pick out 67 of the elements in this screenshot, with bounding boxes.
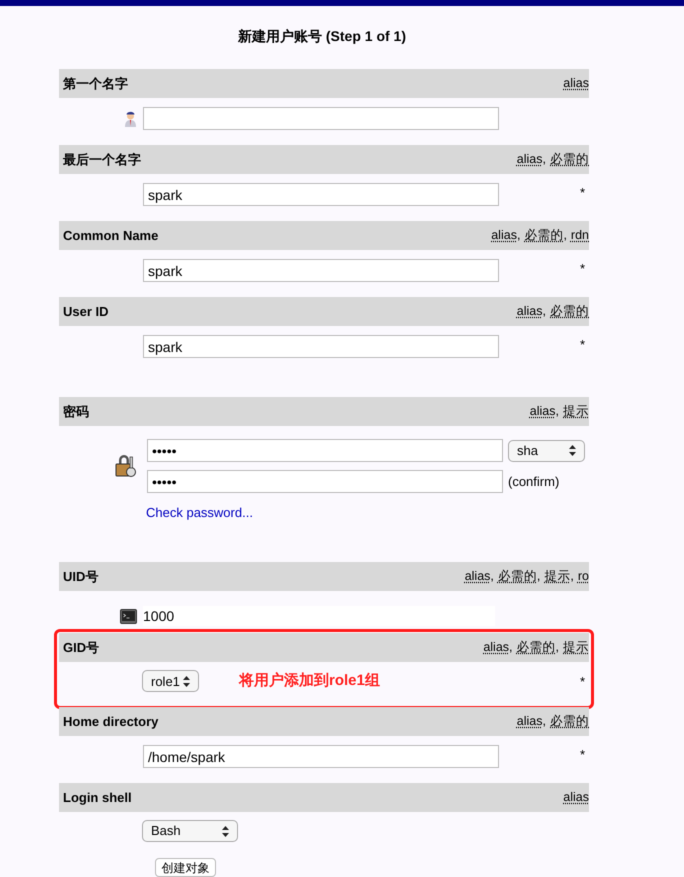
attribute-tag: 必需的: [550, 150, 589, 169]
attribute-tag: alias: [563, 788, 589, 807]
attribute-tag: 提示: [563, 638, 589, 657]
section-title: Common Name: [63, 226, 158, 245]
section-title: User ID: [63, 302, 109, 321]
text-field[interactable]: •••••: [147, 439, 503, 462]
attribute-tag: alias: [464, 567, 490, 586]
attribute-tag: 必需的: [550, 712, 589, 731]
terminal-icon: [120, 608, 137, 624]
tag-separator: ,: [536, 568, 540, 586]
required-mark: *: [580, 336, 585, 354]
tag-separator: ,: [563, 227, 567, 244]
attribute-tag: alias: [563, 74, 589, 93]
tag-separator: ,: [542, 713, 546, 730]
lock-icon: [115, 454, 137, 478]
dropdown[interactable]: role1: [142, 670, 199, 692]
section-title: 密码: [63, 402, 89, 421]
attribute-tag: 提示: [544, 567, 570, 586]
section-title: 第一个名字: [63, 74, 128, 93]
section-title: Home directory: [63, 712, 158, 731]
attribute-tag: 必需的: [550, 302, 589, 321]
tag-separator: ,: [490, 568, 494, 586]
text-field[interactable]: spark: [143, 183, 499, 206]
attribute-tag: alias: [491, 226, 517, 245]
attribute-tag: 提示: [563, 402, 589, 421]
attribute-tag: rdn: [570, 226, 589, 245]
attribute-tag: ro: [578, 567, 589, 586]
tag-separator: ,: [516, 227, 520, 244]
dropdown[interactable]: Bash: [142, 820, 238, 842]
caret-icon: [569, 445, 576, 456]
required-mark: *: [580, 260, 585, 278]
text-field[interactable]: [143, 107, 499, 130]
uid-value: 1000: [143, 606, 495, 626]
page-title: 新建用户账号 (Step 1 of 1): [236, 27, 407, 46]
attribute-tag: 必需的: [516, 638, 556, 657]
check-password-link[interactable]: Check password...: [146, 503, 253, 522]
required-mark: *: [580, 673, 585, 691]
text-field[interactable]: spark: [143, 259, 499, 282]
tag-separator: ,: [556, 403, 559, 420]
required-mark: *: [580, 746, 585, 764]
create-button[interactable]: 创建对象: [155, 858, 216, 877]
dropdown[interactable]: sha: [508, 440, 585, 462]
confirm-label: (confirm): [508, 472, 560, 491]
section-title: UID号: [63, 568, 98, 586]
section-title: 最后一个名字: [63, 150, 141, 169]
attribute-tag: alias: [516, 712, 543, 731]
caret-icon: [222, 826, 229, 836]
annotation-note: 将用户添加到role1组: [239, 671, 380, 691]
text-field[interactable]: •••••: [147, 470, 503, 493]
text-field[interactable]: /home/spark: [143, 745, 499, 768]
tag-separator: ,: [509, 639, 513, 656]
caret-icon: [183, 676, 190, 687]
attribute-tag: 必需的: [524, 226, 564, 245]
attribute-tag: alias: [516, 302, 543, 321]
text-field[interactable]: spark: [143, 335, 499, 358]
tag-separator: ,: [542, 151, 546, 168]
required-mark: *: [580, 184, 585, 202]
attribute-tag: alias: [516, 150, 543, 169]
attribute-tag: 必需的: [498, 567, 537, 586]
person-icon: [124, 110, 137, 127]
section-title: Login shell: [63, 788, 132, 807]
attribute-tag: alias: [530, 402, 556, 421]
attribute-tag: alias: [483, 638, 510, 657]
tag-separator: ,: [542, 303, 546, 320]
tag-separator: ,: [556, 639, 559, 656]
section-title: GID号: [63, 638, 100, 657]
tag-separator: ,: [570, 568, 574, 586]
